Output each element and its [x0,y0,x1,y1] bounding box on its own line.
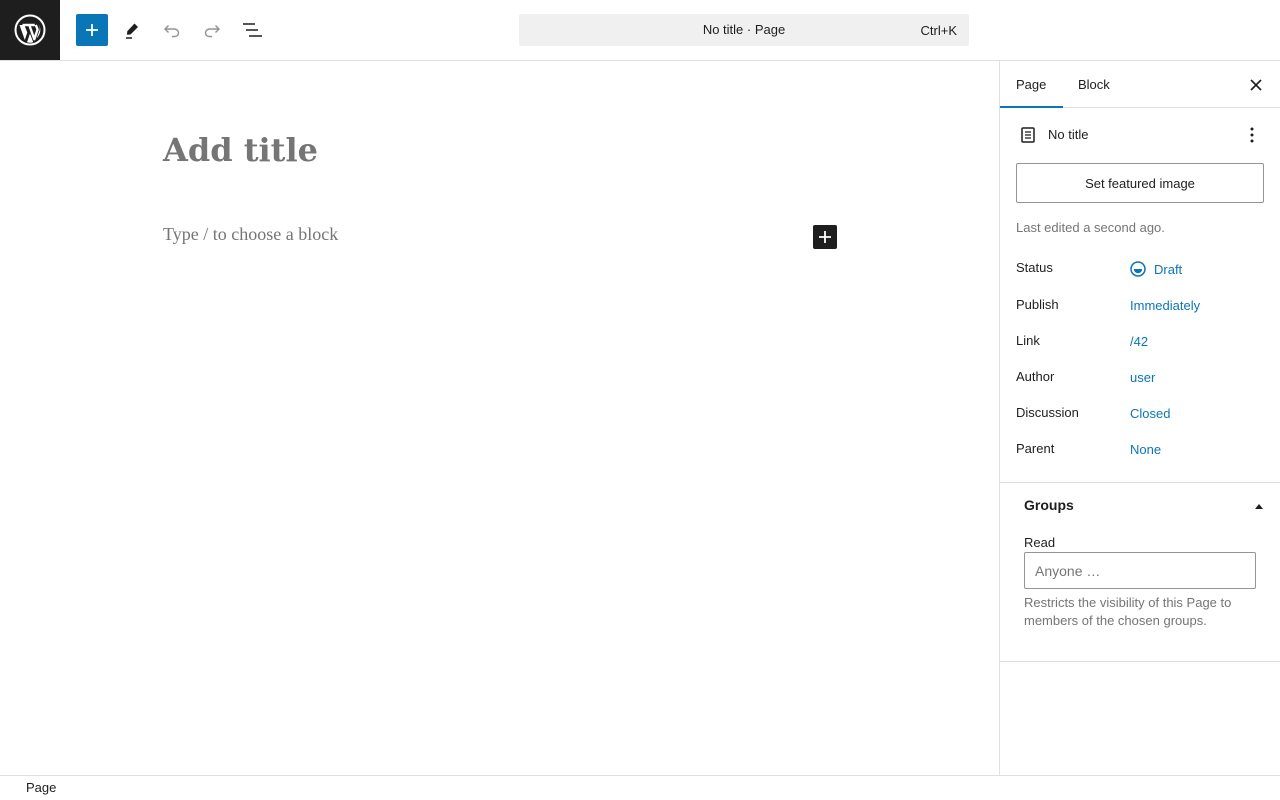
document-title-label: No title [1048,127,1089,142]
groups-panel-heading[interactable]: Groups [1024,497,1074,513]
pencil-icon [126,23,138,39]
status-toggle[interactable]: Draft [1130,261,1182,277]
chevron-up-icon[interactable] [1254,497,1264,509]
plus-icon [86,24,98,36]
draft-status-icon [1130,261,1146,277]
editor-footer: Page [0,775,1280,800]
close-icon [1250,79,1262,91]
tab-page[interactable]: Page [1016,61,1046,108]
sidebar-tabs: Page Block [1000,61,1280,108]
keyboard-shortcut: Ctrl+K [920,23,957,38]
tools-button[interactable] [116,14,148,46]
command-palette-bar[interactable]: No title · Page Ctrl+K [519,14,969,46]
last-edited-text: Last edited a second ago. [1016,220,1165,235]
meta-row-link: Link /42 [1016,333,1266,353]
meta-row-author: Author user [1016,369,1266,389]
editor-header: No title · Page Ctrl+K [0,0,1280,61]
document-summary: No title [1016,123,1266,147]
read-groups-help-text: Restricts the visibility of this Page to… [1024,595,1232,628]
editor-canvas: Add title Type / to choose a block [0,61,999,775]
close-sidebar-button[interactable] [1244,73,1268,97]
wordpress-logo-icon[interactable] [0,0,60,60]
publish-date-toggle[interactable]: Immediately [1130,298,1200,313]
meta-label: Discussion [1016,405,1079,420]
undo-button[interactable] [156,14,188,46]
more-vertical-icon [1250,127,1254,143]
list-view-icon [243,23,262,37]
redo-button[interactable] [196,14,228,46]
document-actions-button[interactable] [1242,123,1262,147]
active-tab-indicator [1000,106,1063,108]
meta-label: Link [1016,333,1040,348]
panel-divider [1000,661,1280,662]
empty-block-placeholder[interactable]: Type / to choose a block [163,224,338,245]
read-groups-input[interactable] [1024,552,1256,589]
tab-block[interactable]: Block [1078,61,1110,108]
read-groups-label: Read [1024,535,1056,550]
breadcrumb[interactable]: Page [26,780,56,795]
meta-label: Parent [1016,441,1055,456]
settings-sidebar: Page Block No title Set featured image L… [999,61,1280,775]
page-icon [1018,125,1038,150]
add-block-button[interactable] [76,14,108,46]
permalink-toggle[interactable]: /42 [1130,334,1148,349]
set-featured-image-button[interactable]: Set featured image [1016,163,1264,203]
panel-divider [1000,482,1280,483]
undo-icon [163,24,180,38]
plus-icon [819,231,831,243]
meta-label: Status [1016,260,1053,275]
meta-row-parent: Parent None [1016,441,1266,461]
meta-row-discussion: Discussion Closed [1016,405,1266,425]
meta-label: Publish [1016,297,1059,312]
post-title-field[interactable]: Add title [163,131,318,169]
meta-value-text: Draft [1154,261,1183,277]
document-title: No title · Page [702,22,786,37]
discussion-toggle[interactable]: Closed [1130,406,1170,421]
meta-row-publish: Publish Immediately [1016,297,1266,317]
meta-row-status: Status Draft [1016,260,1266,280]
redo-icon [204,24,221,38]
document-overview-button[interactable] [236,14,268,46]
parent-toggle[interactable]: None [1130,442,1161,457]
inline-block-inserter-button[interactable] [813,225,837,249]
meta-label: Author [1016,369,1055,384]
author-toggle[interactable]: user [1130,370,1155,385]
